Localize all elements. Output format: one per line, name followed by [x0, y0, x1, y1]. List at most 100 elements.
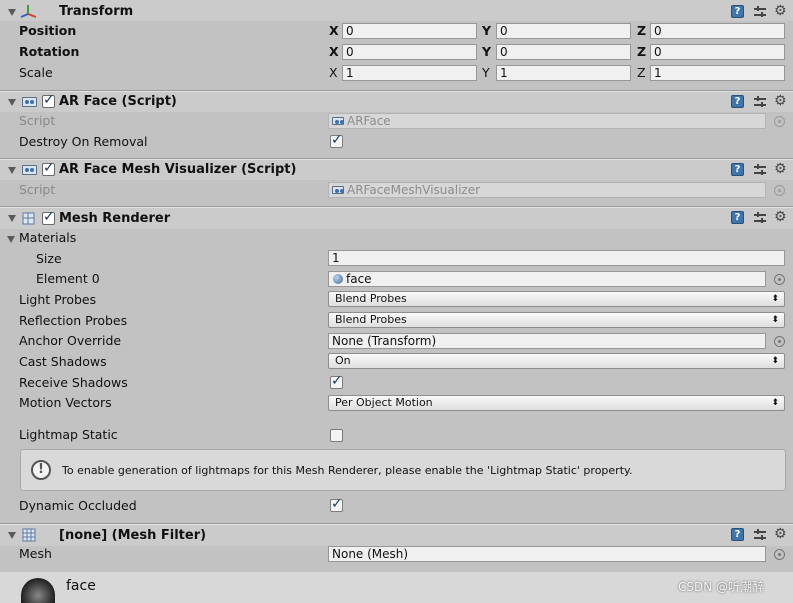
dropdown-arrow-icon: ⬍: [771, 398, 779, 408]
motion-vectors-dropdown[interactable]: Per Object Motion ⬍: [328, 395, 785, 411]
materials-label[interactable]: Materials: [19, 230, 76, 245]
rotation-y-field[interactable]: 0: [496, 44, 631, 60]
position-y-axis-label[interactable]: Y: [482, 23, 491, 38]
ar-face-mesh-title: AR Face Mesh Visualizer (Script): [59, 162, 297, 177]
mesh-filter-title: [none] (Mesh Filter): [59, 528, 207, 543]
ar-face-mesh-script-value: ARFaceMeshVisualizer: [347, 183, 481, 197]
position-y-field[interactable]: 0: [496, 23, 631, 39]
transform-title: Transform: [59, 4, 134, 19]
anchor-override-field[interactable]: None (Transform): [328, 333, 766, 349]
position-z-axis-label[interactable]: Z: [637, 23, 646, 38]
dynamic-occluded-checkbox[interactable]: ✓: [330, 496, 343, 512]
gear-icon[interactable]: ⚙: [774, 162, 787, 176]
preset-sliders-icon[interactable]: [754, 6, 766, 18]
gear-icon[interactable]: ⚙: [774, 527, 787, 541]
ar-face-mesh-enabled-checkbox[interactable]: ✓: [42, 160, 55, 176]
mesh-renderer-title: Mesh Renderer: [59, 211, 171, 226]
rotation-z-field[interactable]: 0: [650, 44, 785, 60]
mesh-label: Mesh: [19, 546, 52, 561]
materials-size-label: Size: [36, 251, 62, 266]
rotation-x-axis-label[interactable]: X: [329, 44, 339, 59]
scale-z-field[interactable]: 1: [650, 65, 785, 81]
transform-axes-icon: [20, 5, 37, 18]
object-picker-icon[interactable]: [774, 549, 785, 560]
scale-y-field[interactable]: 1: [496, 65, 631, 81]
anchor-override-label: Anchor Override: [19, 333, 122, 348]
cast-shadows-label: Cast Shadows: [19, 354, 107, 369]
position-x-field[interactable]: 0: [342, 23, 477, 39]
lightmap-static-checkbox[interactable]: [330, 429, 343, 442]
destroy-on-removal-checkbox[interactable]: ✓: [330, 132, 343, 148]
materials-foldout-arrow-icon[interactable]: [7, 236, 15, 243]
preset-sliders-icon[interactable]: [754, 96, 766, 108]
reflection-probes-value: Blend Probes: [335, 313, 407, 326]
reflection-probes-dropdown[interactable]: Blend Probes ⬍: [328, 312, 785, 328]
lightmap-info-text: To enable generation of lightmaps for th…: [62, 464, 633, 477]
light-probes-dropdown[interactable]: Blend Probes ⬍: [328, 291, 785, 307]
lightmap-static-label: Lightmap Static: [19, 427, 118, 442]
object-picker-icon[interactable]: [774, 336, 785, 347]
rotation-label: Rotation: [19, 44, 80, 59]
script-icon: [22, 97, 37, 107]
gear-icon[interactable]: ⚙: [774, 94, 787, 108]
position-x-axis-label[interactable]: X: [329, 23, 339, 38]
help-book-icon[interactable]: ?: [731, 528, 744, 541]
material-footer[interactable]: [0, 572, 793, 603]
mesh-renderer-enabled-checkbox[interactable]: ✓: [42, 209, 55, 225]
dropdown-arrow-icon: ⬍: [771, 294, 779, 304]
help-book-icon[interactable]: ?: [731, 211, 744, 224]
reflection-probes-label: Reflection Probes: [19, 313, 128, 328]
scale-x-axis-label[interactable]: X: [329, 65, 338, 80]
receive-shadows-label: Receive Shadows: [19, 375, 128, 390]
help-book-icon[interactable]: ?: [731, 95, 744, 108]
object-picker-icon: [774, 185, 785, 196]
foldout-arrow-icon[interactable]: [8, 532, 16, 539]
element0-value: face: [346, 272, 372, 286]
receive-shadows-checkbox[interactable]: ✓: [330, 373, 343, 389]
materials-size-field[interactable]: 1: [328, 250, 785, 266]
position-z-field[interactable]: 0: [650, 23, 785, 39]
foldout-arrow-icon[interactable]: [8, 215, 16, 222]
ar-face-mesh-script-label: Script: [19, 182, 56, 197]
ar-face-script-label: Script: [19, 113, 56, 128]
object-picker-icon[interactable]: [774, 274, 785, 285]
ar-face-script-field: ARFace: [328, 113, 766, 129]
script-icon: [332, 186, 344, 194]
mesh-field[interactable]: None (Mesh): [328, 546, 766, 562]
info-icon: !: [31, 460, 51, 480]
ar-face-script-value: ARFace: [347, 114, 391, 128]
gear-icon[interactable]: ⚙: [774, 4, 787, 18]
element0-label: Element 0: [36, 271, 100, 286]
mesh-filter-icon: [22, 528, 36, 542]
gear-icon[interactable]: ⚙: [774, 210, 787, 224]
dropdown-arrow-icon: ⬍: [771, 315, 779, 325]
cast-shadows-dropdown[interactable]: On ⬍: [328, 353, 785, 369]
script-icon: [22, 165, 37, 175]
watermark: CSDN @听潮醉: [678, 580, 765, 594]
scale-z-axis-label[interactable]: Z: [637, 65, 646, 80]
rotation-x-field[interactable]: 0: [342, 44, 477, 60]
dynamic-occluded-label: Dynamic Occluded: [19, 498, 137, 513]
element0-field[interactable]: face: [328, 271, 766, 287]
foldout-arrow-icon[interactable]: [8, 9, 16, 16]
help-book-icon[interactable]: ?: [731, 5, 744, 18]
foldout-arrow-icon[interactable]: [8, 99, 16, 106]
motion-vectors-label: Motion Vectors: [19, 395, 112, 410]
rotation-z-axis-label[interactable]: Z: [637, 44, 646, 59]
ar-face-mesh-script-field: ARFaceMeshVisualizer: [328, 182, 766, 198]
foldout-arrow-icon[interactable]: [8, 167, 16, 174]
rotation-y-axis-label[interactable]: Y: [482, 44, 491, 59]
preset-sliders-icon[interactable]: [754, 212, 766, 224]
ar-face-title: AR Face (Script): [59, 94, 177, 109]
motion-vectors-value: Per Object Motion: [335, 396, 433, 409]
object-picker-icon: [774, 116, 785, 127]
preset-sliders-icon[interactable]: [754, 164, 766, 176]
scale-x-field[interactable]: 1: [342, 65, 477, 81]
scale-y-axis-label[interactable]: Y: [482, 65, 490, 80]
dropdown-arrow-icon: ⬍: [771, 356, 779, 366]
mesh-renderer-icon: [22, 212, 35, 225]
help-book-icon[interactable]: ?: [731, 163, 744, 176]
cast-shadows-value: On: [335, 354, 351, 367]
ar-face-enabled-checkbox[interactable]: ✓: [42, 92, 55, 108]
preset-sliders-icon[interactable]: [754, 529, 766, 541]
